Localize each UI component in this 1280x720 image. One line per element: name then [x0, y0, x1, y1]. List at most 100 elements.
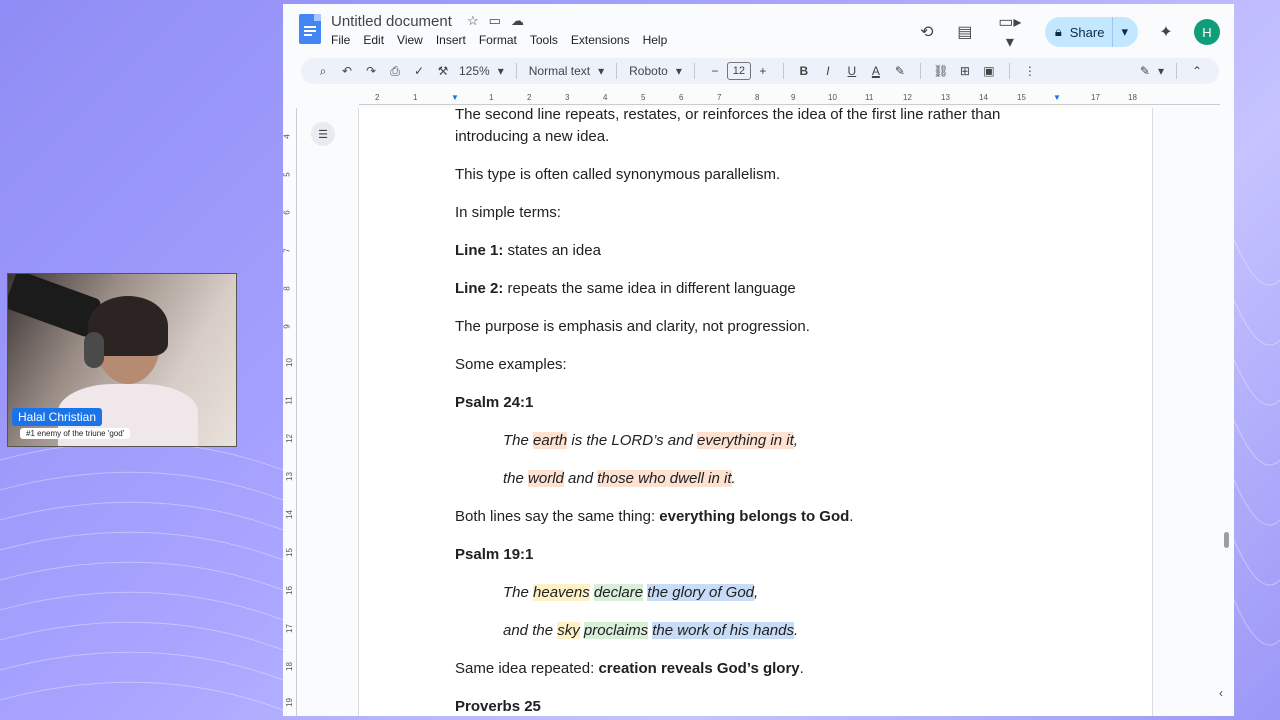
italic-button[interactable]: I [816, 60, 840, 82]
menu-bar: File Edit View Insert Format Tools Exten… [331, 33, 667, 47]
highlighted-text: declare [593, 584, 644, 601]
undo-icon[interactable]: ↶ [335, 60, 359, 82]
ruler-tick: 11 [284, 396, 294, 405]
increase-font-size-button[interactable]: + [751, 60, 775, 82]
style-select[interactable]: Normal text ▾ [525, 60, 608, 82]
heading-proverbs-25: Proverbs 25 [455, 696, 541, 716]
text-color-button[interactable]: A [864, 60, 888, 82]
gemini-icon[interactable]: ✦ [1156, 22, 1176, 42]
comments-icon[interactable]: ▤ [955, 22, 975, 42]
link-icon[interactable]: ⛓ [929, 60, 953, 82]
pencil-icon: ✎ [1139, 64, 1150, 78]
print-icon[interactable]: ⎙ [383, 60, 407, 82]
menu-edit[interactable]: Edit [363, 33, 384, 47]
title-bar: Untitled document ☆ ▭ ☁ File Edit View I… [283, 4, 1234, 56]
meet-icon[interactable]: ▭▸ ▾ [993, 12, 1027, 52]
menu-format[interactable]: Format [479, 33, 517, 47]
share-dropdown-icon[interactable]: ▾ [1121, 24, 1128, 40]
star-icon[interactable]: ☆ [467, 13, 479, 29]
verse-text: , [754, 584, 759, 601]
menu-view[interactable]: View [397, 33, 423, 47]
ruler-tick: 10 [284, 358, 294, 367]
ruler-tick: 17 [284, 624, 294, 633]
spellcheck-icon[interactable]: ✓ [407, 60, 431, 82]
header-actions: ⟲ ▤ ▭▸ ▾ 🔒︎ Share ▾ ✦ H [917, 12, 1220, 52]
zoom-select[interactable]: 125% ▾ [455, 60, 508, 82]
font-size-input[interactable]: 12 [726, 62, 751, 80]
verse-line: The earth is the LORD’s and everything i… [503, 430, 798, 452]
title-icons: ☆ ▭ ☁ [467, 13, 524, 29]
line2-paragraph: Line 2: repeats the same idea in differe… [455, 278, 796, 300]
highlighted-text: earth [533, 432, 568, 449]
search-icon[interactable]: ⌕ [311, 60, 335, 82]
cloud-status-icon[interactable]: ☁ [511, 13, 524, 29]
summary-text: . [849, 508, 854, 525]
ruler-tick: 15 [1017, 93, 1026, 102]
summary-text: . [799, 660, 804, 677]
move-folder-icon[interactable]: ▭ [489, 13, 501, 29]
presenter-name: Halal Christian [12, 408, 103, 426]
chevron-down-icon: ▾ [675, 64, 682, 78]
bold-button[interactable]: B [792, 60, 816, 82]
highlighted-text: those who dwell in it [597, 470, 732, 487]
line1-text: states an idea [503, 242, 601, 259]
redo-icon[interactable]: ↷ [359, 60, 383, 82]
highlighted-text: the glory of God [647, 584, 755, 601]
summary-text: Same idea repeated: [455, 660, 599, 677]
ruler-tick: 12 [903, 93, 912, 102]
summary-bold: everything belongs to God [659, 508, 850, 525]
add-comment-icon[interactable]: ⊞ [953, 60, 977, 82]
ruler-tick: 18 [1128, 93, 1137, 102]
ruler-tick: 5 [641, 93, 646, 102]
ruler-tick: 18 [284, 662, 294, 671]
lock-icon: 🔒︎ [1054, 24, 1062, 39]
editing-mode-select[interactable]: ✎ ▾ [1136, 60, 1168, 82]
side-panel-toggle-icon[interactable]: ‹ [1219, 686, 1223, 700]
ruler-tick: 6 [283, 210, 292, 215]
highlighted-text: proclaims [583, 622, 649, 639]
verse-text: and the [503, 622, 558, 639]
ruler-tick: 15 [284, 548, 294, 557]
share-button[interactable]: 🔒︎ Share ▾ [1044, 17, 1138, 47]
line1-label: Line 1: [455, 242, 504, 259]
ruler-tick: 5 [283, 172, 292, 177]
heading-text: Psalm 24:1 [455, 394, 534, 411]
document-outline-icon[interactable]: ☰ [311, 122, 335, 146]
avatar[interactable]: H [1194, 19, 1220, 45]
more-options-button[interactable]: ⋮ [1018, 60, 1042, 82]
summary-paragraph: Same idea repeated: creation reveals God… [455, 658, 804, 680]
ruler-tick: 16 [284, 586, 294, 595]
menu-tools[interactable]: Tools [530, 33, 558, 47]
menu-extensions[interactable]: Extensions [571, 33, 630, 47]
verse-text: is the LORD’s and [567, 432, 698, 449]
document-page[interactable]: The second line repeats, restates, or re… [358, 106, 1153, 716]
docs-logo-icon[interactable] [299, 14, 321, 44]
ruler-tick: 10 [828, 93, 837, 102]
chevron-down-icon: ▾ [497, 64, 504, 78]
menu-file[interactable]: File [331, 33, 350, 47]
verse-line: and the sky proclaims the work of his ha… [503, 620, 798, 642]
vertical-ruler[interactable]: 4 5 6 7 8 9 10 11 12 13 14 15 16 17 18 1… [283, 108, 297, 716]
highlight-icon[interactable]: ✎ [888, 60, 912, 82]
scrollbar[interactable] [1224, 532, 1229, 548]
right-indent-marker-icon[interactable]: ▼ [1053, 93, 1061, 102]
paragraph: The purpose is emphasis and clarity, not… [455, 318, 810, 335]
menu-insert[interactable]: Insert [436, 33, 466, 47]
collapse-menus-icon[interactable]: ⌃ [1185, 60, 1209, 82]
ruler-tick: 14 [284, 510, 294, 519]
font-value: Roboto [629, 64, 668, 78]
menu-help[interactable]: Help [643, 33, 668, 47]
insert-image-icon[interactable]: ▣ [977, 60, 1001, 82]
paragraph: In simple terms: [455, 204, 561, 221]
heading-text: Proverbs 25 [455, 698, 541, 715]
ruler-tick: 4 [283, 134, 292, 139]
highlighted-text: everything in it [697, 432, 794, 449]
docs-window: Untitled document ☆ ▭ ☁ File Edit View I… [283, 4, 1234, 716]
version-history-icon[interactable]: ⟲ [917, 22, 937, 42]
font-select[interactable]: Roboto ▾ [625, 60, 686, 82]
document-title[interactable]: Untitled document [331, 13, 452, 30]
paint-format-icon[interactable]: ⚒ [431, 60, 455, 82]
decrease-font-size-button[interactable]: − [703, 60, 727, 82]
underline-button[interactable]: U [840, 60, 864, 82]
indent-marker-icon[interactable]: ▼ [451, 93, 459, 102]
